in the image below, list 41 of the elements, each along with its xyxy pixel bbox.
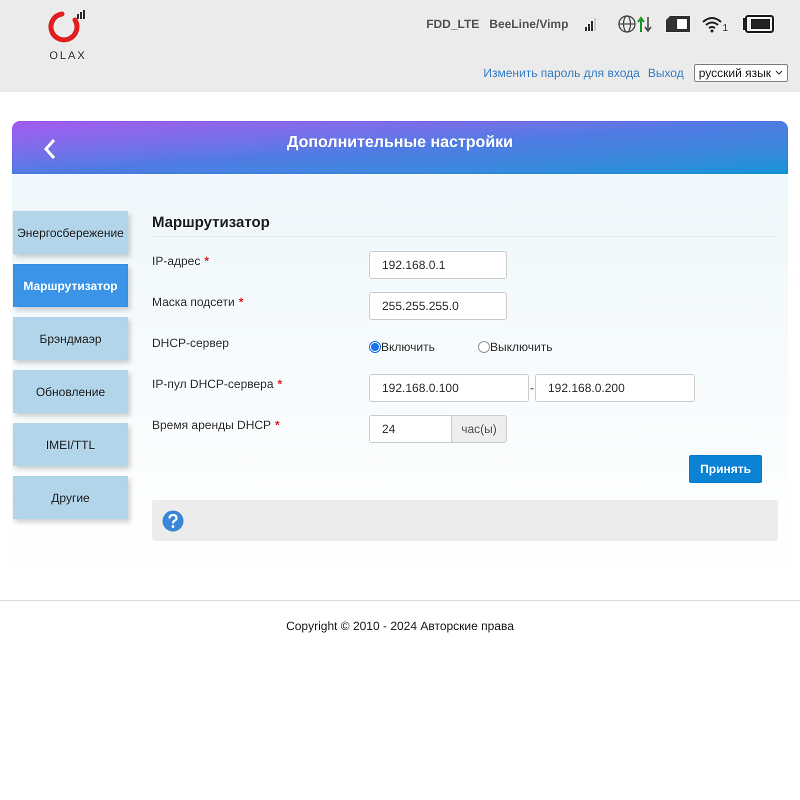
unit-addon: час(ы) bbox=[452, 415, 507, 443]
wifi-client-count: 1 bbox=[722, 22, 728, 36]
header-link[interactable]: Выход bbox=[648, 64, 684, 82]
input-field[interactable]: 24 bbox=[369, 415, 452, 443]
operator-name: BeeLine/Vimp bbox=[489, 16, 568, 33]
field-label: DHCP-сервер bbox=[152, 335, 229, 352]
sidebar-item[interactable]: Обновление bbox=[13, 370, 128, 413]
header-link[interactable]: Изменить пароль для входа bbox=[483, 64, 640, 82]
input-field[interactable]: 255.255.255.0 bbox=[369, 292, 507, 320]
required-mark: * bbox=[275, 417, 280, 434]
required-mark: * bbox=[278, 376, 282, 393]
field-label: IP-пул DHCP-сервера bbox=[152, 376, 274, 393]
battery-icon bbox=[742, 15, 774, 33]
copyright-text: Copyright © 2010 - 2024 Авторские права bbox=[286, 618, 514, 635]
sidebar-item[interactable]: Другие bbox=[13, 476, 128, 519]
input-field[interactable]: 192.168.0.200 bbox=[535, 374, 695, 402]
input-field[interactable]: 192.168.0.1 bbox=[369, 251, 507, 279]
sidebar-item[interactable]: IMEI/TTL bbox=[13, 423, 128, 466]
back-icon[interactable] bbox=[43, 138, 57, 160]
sim-card-icon bbox=[664, 15, 692, 33]
network-type: FDD_LTE bbox=[426, 16, 480, 33]
range-separator: - bbox=[529, 380, 535, 397]
radio-option[interactable]: Выключить bbox=[478, 338, 587, 356]
required-mark: * bbox=[238, 294, 244, 311]
field-label: Маска подсети bbox=[152, 294, 235, 311]
sidebar-item[interactable]: Энергосбережение bbox=[13, 211, 128, 254]
globe-icon bbox=[618, 14, 654, 34]
chevron-down-icon bbox=[775, 70, 783, 76]
language-select[interactable]: русский язык bbox=[694, 64, 788, 82]
section-title: Маршрутизатор bbox=[152, 214, 270, 231]
wifi-icon bbox=[702, 15, 722, 33]
apply-button[interactable]: Принять bbox=[689, 455, 762, 483]
logo-text: OLAX bbox=[49, 49, 87, 64]
input-field[interactable]: 192.168.0.100 bbox=[369, 374, 529, 402]
radio-option[interactable]: Включить bbox=[369, 338, 478, 356]
panel-title: Дополнительные настройки bbox=[287, 133, 513, 153]
sidebar-item[interactable]: Брэндмаэр bbox=[13, 317, 128, 360]
help-icon[interactable] bbox=[162, 510, 184, 532]
required-mark: * bbox=[204, 253, 210, 270]
field-label: Время аренды DHCP bbox=[152, 417, 272, 434]
field-label: IP-адрес bbox=[152, 253, 200, 270]
